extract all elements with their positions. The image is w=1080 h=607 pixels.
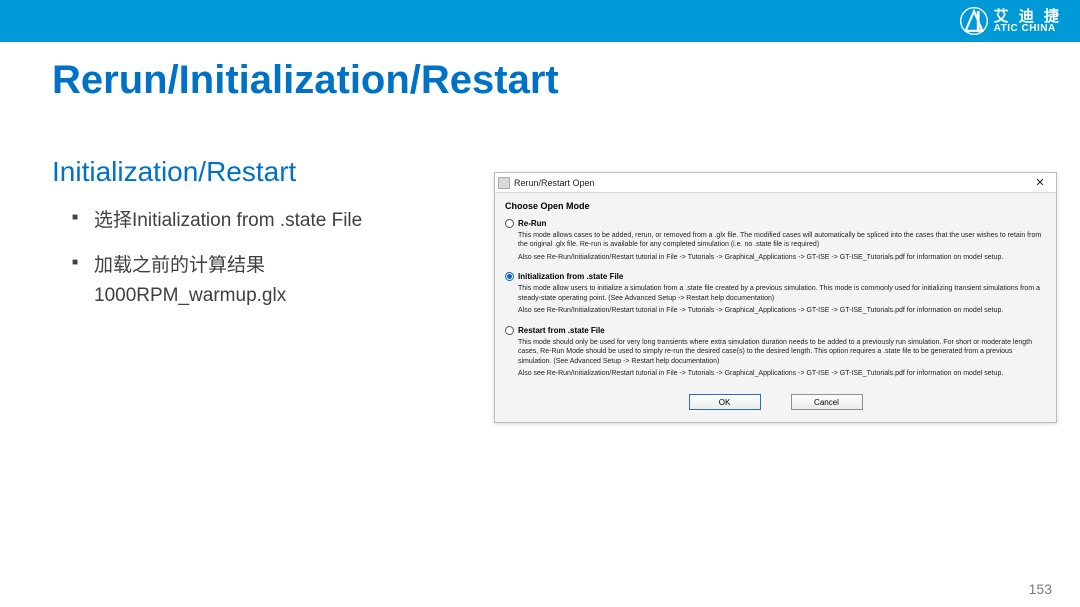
radio-rerun[interactable] <box>505 219 514 228</box>
brand-logo: 艾 迪 捷 ATIC CHINA <box>960 7 1062 35</box>
option-description: Also see Re-Run/Initialization/Restart t… <box>518 253 1046 262</box>
option-description: Also see Re-Run/Initialization/Restart t… <box>518 369 1046 378</box>
bullet-text: 加载之前的计算结果 <box>94 255 265 276</box>
ok-button[interactable]: OK <box>689 394 761 410</box>
option-restart-state: Restart from .state File This mode shoul… <box>505 326 1046 379</box>
page-number: 153 <box>1029 581 1052 597</box>
list-item: 选择Initialization from .state File <box>72 206 472 235</box>
option-description: This mode allows cases to be added, reru… <box>518 231 1046 250</box>
radio-restart-state[interactable] <box>505 326 514 335</box>
brand-name-cn: 艾 迪 捷 <box>994 9 1062 24</box>
list-item: 加载之前的计算结果 1000RPM_warmup.glx <box>72 251 472 310</box>
rerun-restart-dialog: Rerun/Restart Open ✕ Choose Open Mode Re… <box>494 172 1057 423</box>
option-label: Restart from .state File <box>518 326 605 335</box>
radio-init-state[interactable] <box>505 272 514 281</box>
brand-name-en: ATIC CHINA <box>994 24 1062 34</box>
option-rerun: Re-Run This mode allows cases to be adde… <box>505 219 1046 262</box>
dialog-title: Rerun/Restart Open <box>514 178 1028 188</box>
dialog-icon <box>498 177 510 189</box>
bullet-subtext: 1000RPM_warmup.glx <box>94 281 472 310</box>
slide: 艾 迪 捷 ATIC CHINA Rerun/Initialization/Re… <box>0 0 1080 607</box>
button-label: Cancel <box>814 398 839 407</box>
bullet-list: 选择Initialization from .state File 加载之前的计… <box>72 206 472 326</box>
dialog-heading: Choose Open Mode <box>505 201 1046 211</box>
option-init-state: Initialization from .state File This mod… <box>505 272 1046 315</box>
dialog-button-row: OK Cancel <box>505 388 1046 418</box>
option-label: Re-Run <box>518 219 546 228</box>
option-label: Initialization from .state File <box>518 272 623 281</box>
bullet-text: 选择Initialization from .state File <box>94 210 362 231</box>
page-title: Rerun/Initialization/Restart <box>52 58 559 103</box>
dialog-titlebar: Rerun/Restart Open ✕ <box>495 173 1056 193</box>
top-banner: 艾 迪 捷 ATIC CHINA <box>0 0 1080 42</box>
option-description: This mode allow users to initialize a si… <box>518 284 1046 303</box>
option-description: Also see Re-Run/Initialization/Restart t… <box>518 306 1046 315</box>
logo-mark-icon <box>960 7 988 35</box>
dialog-body: Choose Open Mode Re-Run This mode allows… <box>495 193 1056 422</box>
option-description: This mode should only be used for very l… <box>518 338 1046 366</box>
cancel-button[interactable]: Cancel <box>791 394 863 410</box>
close-icon[interactable]: ✕ <box>1028 176 1052 189</box>
section-subtitle: Initialization/Restart <box>52 156 296 188</box>
button-label: OK <box>719 398 731 407</box>
